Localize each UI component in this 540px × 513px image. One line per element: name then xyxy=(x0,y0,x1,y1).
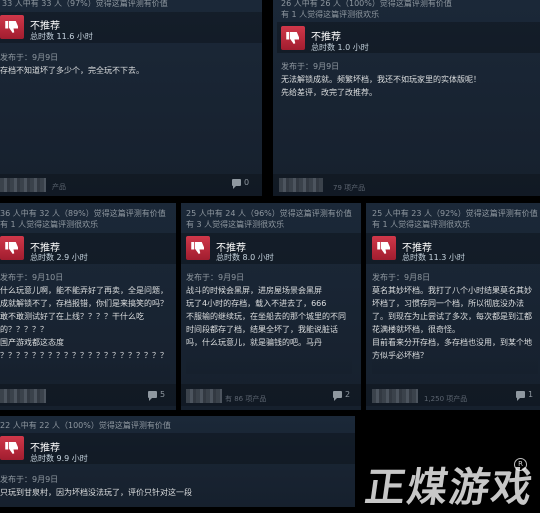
user-avatar[interactable] xyxy=(279,178,323,192)
user-avatar[interactable] xyxy=(372,389,418,403)
comment-count: 0 xyxy=(244,178,250,187)
funny-count: 有 1 人觉得这篇评测很欢乐 xyxy=(0,220,99,229)
review-header[interactable] xyxy=(0,233,176,264)
thumbs-down-icon xyxy=(186,236,210,260)
review-card: 33 人中有 33 人（97%）觉得这篇评测有价值 不推荐 总时数 11.6 小… xyxy=(0,0,262,196)
hours-played: 总时数 8.0 小时 xyxy=(216,253,274,262)
comment-icon xyxy=(148,391,157,401)
thumbs-down-icon xyxy=(0,236,24,260)
posted-date: 发布于：9月10日 xyxy=(0,273,64,282)
helpful-count: 25 人中有 24 人（96%）觉得这篇评测有价值 xyxy=(186,209,352,218)
verdict-title: 不推荐 xyxy=(311,32,341,43)
registered-mark: R xyxy=(514,458,527,471)
comment-icon xyxy=(333,391,342,401)
site-watermark-logo: 正煤游戏 xyxy=(362,465,537,511)
thumbs-down-icon xyxy=(281,26,305,50)
hours-played: 总时数 9.9 小时 xyxy=(30,454,88,463)
review-text: 存档不知道坏了多少个，完全玩不下去。 xyxy=(0,66,144,75)
comment-count-button[interactable]: 2 xyxy=(333,390,351,401)
funny-count: 有 3 人觉得这篇评测很欢乐 xyxy=(186,220,285,229)
comment-icon xyxy=(516,391,525,401)
posted-date: 发布于：9月9日 xyxy=(186,273,245,282)
helpful-count: 26 人中有 26 人（100%）觉得这篇评测有价值 xyxy=(281,0,452,8)
hours-played: 总时数 2.9 小时 xyxy=(30,253,88,262)
posted-date: 发布于：9月9日 xyxy=(0,53,59,62)
review-card: 22 人中有 22 人（100%）觉得这篇评测有价值 不推荐 总时数 9.9 小… xyxy=(0,416,355,507)
review-text: 无法解锁成就。频繁坏档，我还不如玩家里的实体版呢！ 先给差评，改完了改推荐。 xyxy=(281,75,481,97)
comment-count-button[interactable]: 1 xyxy=(516,390,534,401)
review-text: 莫名其妙坏档。我打了八个小时结果莫名其妙坏档了，习惯存同一个档，所以彻底没办法了… xyxy=(372,284,538,374)
user-avatar[interactable] xyxy=(0,178,46,192)
review-text: 战斗的时候会黑屏，进房屋场景会黑屏 玩了4小时的存档，载入不进去了，666 不服… xyxy=(186,284,352,374)
helpful-count: 36 人中有 32 人（89%）觉得这篇评测有价值 xyxy=(0,209,166,218)
product-count: 有 86 项产品 xyxy=(225,395,267,403)
comment-icon xyxy=(232,179,241,189)
hours-played: 总时数 11.3 小时 xyxy=(402,253,465,262)
review-card: 25 人中有 23 人（92%）觉得这篇评测有价值 有 1 人觉得这篇评测很欢乐… xyxy=(366,203,540,410)
review-text: 只玩到甘泉村，因为坏档没法玩了，评价只针对这一段 xyxy=(0,488,192,497)
verdict-title: 不推荐 xyxy=(30,21,60,32)
funny-count: 有 1 人觉得这篇评测很欢乐 xyxy=(372,220,471,229)
helpful-count: 22 人中有 22 人（100%）觉得这篇评测有价值 xyxy=(0,421,171,430)
hours-played: 总时数 11.6 小时 xyxy=(30,32,93,41)
review-card: 25 人中有 24 人（96%）觉得这篇评测有价值 有 3 人觉得这篇评测很欢乐… xyxy=(181,203,361,410)
comment-count: 1 xyxy=(528,390,534,399)
thumbs-down-icon xyxy=(0,15,24,39)
hours-played: 总时数 1.0 小时 xyxy=(311,43,369,52)
posted-date: 发布于：9月9日 xyxy=(281,62,340,71)
thumbs-down-icon xyxy=(372,236,396,260)
helpful-count: 25 人中有 23 人（92%）觉得这篇评测有价值 xyxy=(372,209,538,218)
product-count: 产品 xyxy=(52,183,66,191)
user-avatar[interactable] xyxy=(186,389,222,403)
comment-count-button[interactable]: 0 xyxy=(232,178,250,189)
review-card: 26 人中有 26 人（100%）觉得这篇评测有价值 有 1 人觉得这篇评测很欢… xyxy=(273,0,540,196)
comment-count-button[interactable]: 5 xyxy=(148,390,166,401)
funny-count: 有 1 人觉得这篇评测很欢乐 xyxy=(281,10,380,19)
product-count: 79 项产品 xyxy=(333,184,366,192)
review-card: 36 人中有 32 人（89%）觉得这篇评测有价值 有 1 人觉得这篇评测很欢乐… xyxy=(0,203,176,410)
product-count: 1,250 项产品 xyxy=(424,395,468,403)
helpful-count: 33 人中有 33 人（97%）觉得这篇评测有价值 xyxy=(2,0,168,8)
comment-count: 2 xyxy=(345,390,351,399)
thumbs-down-icon xyxy=(0,436,24,460)
posted-date: 发布于：9月9日 xyxy=(0,475,59,484)
comment-count: 5 xyxy=(160,390,166,399)
posted-date: 发布于：9月8日 xyxy=(372,273,431,282)
review-text: 什么玩意儿啊，能不能弄好了再卖，全是问题，成就解锁不了，存档报错，你们是来搞笑的… xyxy=(0,284,170,380)
verdict-title: 不推荐 xyxy=(30,443,60,454)
user-avatar[interactable] xyxy=(0,389,46,403)
